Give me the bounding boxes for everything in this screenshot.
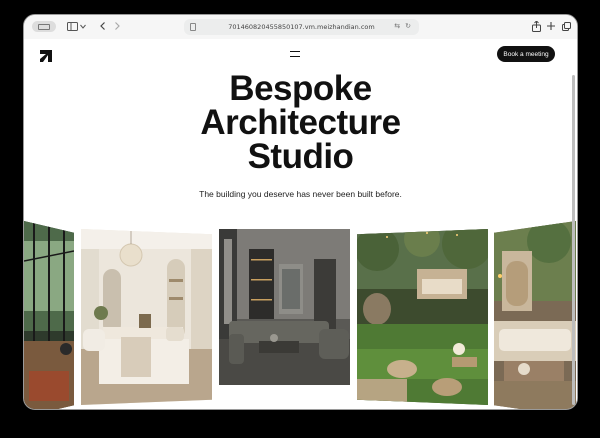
address-bar-actions: ⇆ ↻ — [394, 22, 411, 30]
back-icon[interactable] — [98, 21, 106, 31]
gallery-image-living-room[interactable] — [219, 229, 350, 385]
address-bar[interactable]: 701460820455850107.vm.meizhandian.com ⇆ … — [184, 19, 419, 35]
gallery-image-conservatory[interactable] — [24, 221, 74, 409]
title-line-3: Studio — [247, 137, 354, 176]
title-line-1: Bespoke — [229, 69, 372, 108]
browser-toolbar: 701460820455850107.vm.meizhandian.com ⇆ … — [24, 15, 577, 39]
page-scrollbar[interactable] — [572, 75, 575, 405]
translate-icon[interactable]: ⇆ — [394, 22, 400, 30]
menu-icon[interactable] — [290, 51, 300, 57]
chevron-down-icon[interactable] — [79, 22, 87, 30]
gallery-image-bedroom[interactable] — [81, 229, 212, 405]
url-text: 701460820455850107.vm.meizhandian.com — [228, 23, 375, 31]
title-line-2: Architecture — [200, 103, 401, 142]
image-gallery — [24, 217, 577, 409]
web-page: Book a meeting Bespoke Architecture Stud… — [24, 39, 577, 409]
gallery-image-patio[interactable] — [494, 221, 576, 409]
page-title: Bespoke Architecture Studio — [24, 69, 577, 176]
tabs-icon[interactable] — [561, 21, 571, 31]
book-meeting-button[interactable]: Book a meeting — [497, 46, 555, 62]
hero-subtitle: The building you deserve has never been … — [199, 189, 402, 199]
window-controls[interactable] — [32, 21, 56, 32]
sidebar-icon[interactable] — [66, 21, 78, 31]
page-icon — [190, 23, 196, 31]
browser-window: 701460820455850107.vm.meizhandian.com ⇆ … — [23, 14, 578, 410]
forward-icon[interactable] — [113, 21, 121, 31]
logo-icon[interactable] — [40, 49, 52, 62]
share-icon[interactable] — [531, 20, 541, 32]
reload-icon[interactable]: ↻ — [405, 22, 411, 30]
new-tab-icon[interactable] — [546, 21, 556, 31]
gallery-image-garden[interactable] — [357, 229, 488, 405]
